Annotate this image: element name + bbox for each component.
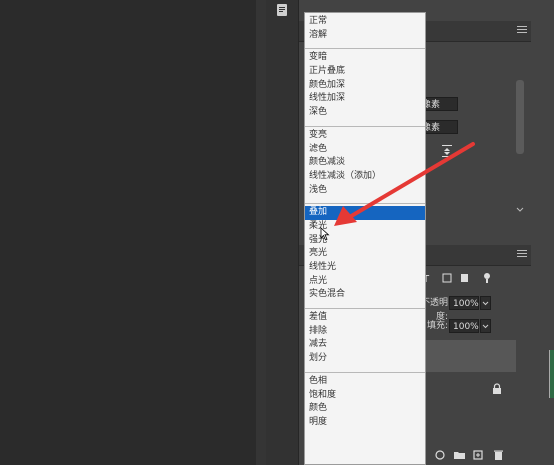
annotation-arrow [334, 142, 475, 226]
mouse-cursor-icon [320, 227, 330, 241]
